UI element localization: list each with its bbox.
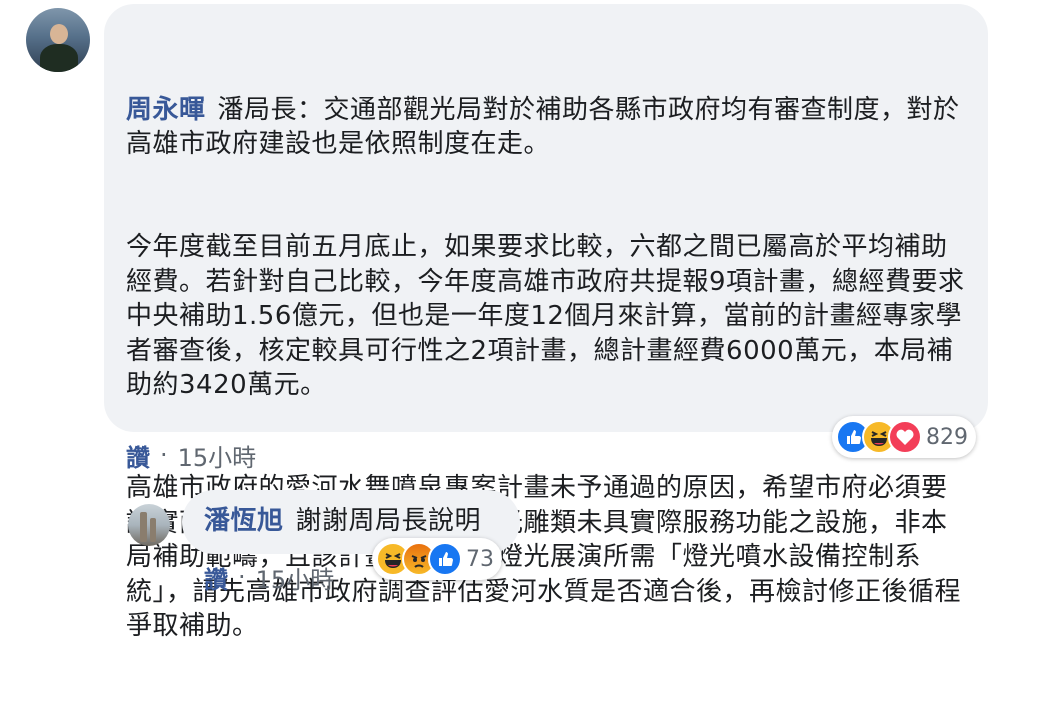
comment-timestamp[interactable]: 15小時	[256, 560, 335, 595]
comment-text: 今年度截至目前五月底止，如果要求比較，六都之間已屬高於平均補助經費。若針對自己比…	[126, 232, 965, 401]
comment-bubble: 周永暉 潘局長：交通部觀光局對於補助各縣市政府均有審查制度，對於高雄市政府建設也是…	[104, 4, 988, 641]
reaction-summary[interactable]: 829	[832, 416, 976, 458]
comment-actions: 讚 · 15小時	[126, 438, 256, 472]
reaction-count: 73	[466, 546, 494, 572]
commenter-avatar[interactable]	[128, 504, 170, 546]
like-button[interactable]: 讚	[204, 560, 228, 595]
reaction-count: 829	[926, 424, 968, 450]
separator-dot: ·	[160, 441, 168, 469]
like-icon	[428, 542, 462, 576]
comment-author[interactable]: 潘恆旭	[204, 506, 284, 536]
comment-text: 謝謝周局長說明	[295, 506, 482, 536]
comment-author[interactable]: 周永暉	[126, 95, 206, 125]
comment-text: 潘局長：交通部觀光局對於補助各縣市政府均有審查制度，對於高雄市政府建設也是依照制…	[126, 94, 960, 160]
comment-timestamp[interactable]: 15小時	[178, 438, 257, 473]
commenter-avatar[interactable]	[26, 8, 90, 72]
comment-actions: 讚 · 15小時	[204, 560, 334, 594]
reaction-summary[interactable]: 73	[372, 538, 502, 580]
love-icon	[888, 420, 922, 454]
separator-dot: ·	[238, 563, 246, 591]
like-button[interactable]: 讚	[126, 438, 150, 473]
